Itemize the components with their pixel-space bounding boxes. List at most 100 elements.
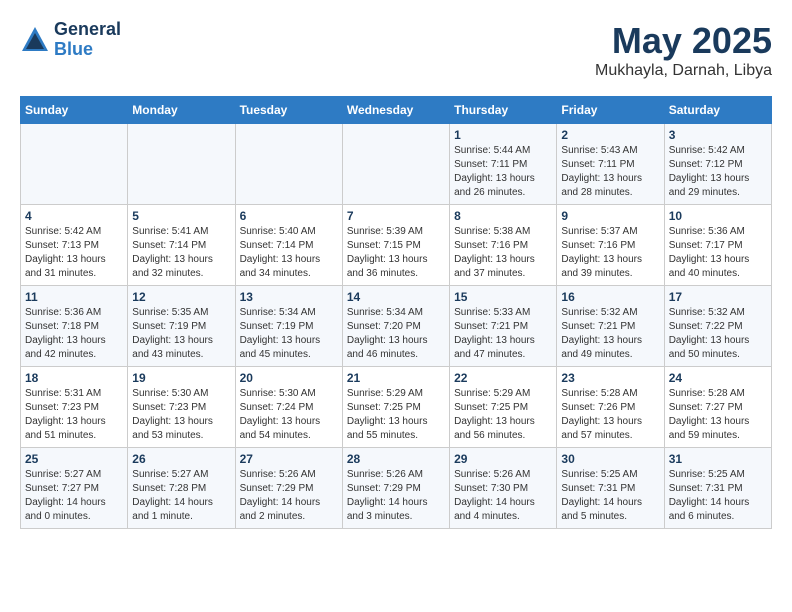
day-info: Sunrise: 5:34 AM Sunset: 7:20 PM Dayligh… (347, 306, 445, 362)
header-sunday: Sunday (21, 97, 128, 124)
day-number: 11 (25, 290, 123, 304)
calendar-cell (21, 124, 128, 205)
day-info: Sunrise: 5:40 AM Sunset: 7:14 PM Dayligh… (240, 225, 338, 281)
calendar-header: Sunday Monday Tuesday Wednesday Thursday… (21, 97, 772, 124)
day-info: Sunrise: 5:38 AM Sunset: 7:16 PM Dayligh… (454, 225, 552, 281)
day-info: Sunrise: 5:42 AM Sunset: 7:12 PM Dayligh… (669, 144, 767, 200)
day-number: 30 (561, 452, 659, 466)
calendar-cell: 9 Sunrise: 5:37 AM Sunset: 7:16 PM Daylig… (557, 205, 664, 286)
day-number: 5 (132, 209, 230, 223)
day-number: 4 (25, 209, 123, 223)
day-number: 9 (561, 209, 659, 223)
calendar-cell: 4 Sunrise: 5:42 AM Sunset: 7:13 PM Daylig… (21, 205, 128, 286)
logo: General Blue (20, 20, 121, 60)
calendar-cell: 10 Sunrise: 5:36 AM Sunset: 7:17 PM Dayli… (664, 205, 771, 286)
day-number: 29 (454, 452, 552, 466)
calendar-week-1: 1Sunrise: 5:44 AM Sunset: 7:11 PM Daylig… (21, 124, 772, 205)
calendar-cell: 24 Sunrise: 5:28 AM Sunset: 7:27 PM Dayli… (664, 367, 771, 448)
day-number: 19 (132, 371, 230, 385)
header-wednesday: Wednesday (342, 97, 449, 124)
day-info: Sunrise: 5:28 AM Sunset: 7:27 PM Dayligh… (669, 387, 767, 443)
day-info: Sunrise: 5:32 AM Sunset: 7:21 PM Dayligh… (561, 306, 659, 362)
day-number: 28 (347, 452, 445, 466)
calendar-week-2: 4 Sunrise: 5:42 AM Sunset: 7:13 PM Daylig… (21, 205, 772, 286)
day-number: 21 (347, 371, 445, 385)
calendar-cell: 6 Sunrise: 5:40 AM Sunset: 7:14 PM Daylig… (235, 205, 342, 286)
day-number: 24 (669, 371, 767, 385)
day-info: Sunrise: 5:30 AM Sunset: 7:23 PM Dayligh… (132, 387, 230, 443)
calendar-cell: 2Sunrise: 5:43 AM Sunset: 7:11 PM Daylig… (557, 124, 664, 205)
day-info: Sunrise: 5:35 AM Sunset: 7:19 PM Dayligh… (132, 306, 230, 362)
day-info: Sunrise: 5:36 AM Sunset: 7:17 PM Dayligh… (669, 225, 767, 281)
header-monday: Monday (128, 97, 235, 124)
day-info: Sunrise: 5:36 AM Sunset: 7:18 PM Dayligh… (25, 306, 123, 362)
calendar-cell: 25Sunrise: 5:27 AM Sunset: 7:27 PM Dayli… (21, 448, 128, 529)
header-friday: Friday (557, 97, 664, 124)
calendar-cell: 7 Sunrise: 5:39 AM Sunset: 7:15 PM Daylig… (342, 205, 449, 286)
header-thursday: Thursday (450, 97, 557, 124)
day-info: Sunrise: 5:29 AM Sunset: 7:25 PM Dayligh… (347, 387, 445, 443)
day-info: Sunrise: 5:25 AM Sunset: 7:31 PM Dayligh… (669, 468, 767, 524)
calendar-cell (342, 124, 449, 205)
calendar-cell: 14 Sunrise: 5:34 AM Sunset: 7:20 PM Dayli… (342, 286, 449, 367)
day-number: 16 (561, 290, 659, 304)
day-number: 7 (347, 209, 445, 223)
day-info: Sunrise: 5:37 AM Sunset: 7:16 PM Dayligh… (561, 225, 659, 281)
calendar-cell: 3 Sunrise: 5:42 AM Sunset: 7:12 PM Daylig… (664, 124, 771, 205)
header-tuesday: Tuesday (235, 97, 342, 124)
calendar-cell: 19 Sunrise: 5:30 AM Sunset: 7:23 PM Dayli… (128, 367, 235, 448)
calendar-week-4: 18Sunrise: 5:31 AM Sunset: 7:23 PM Dayli… (21, 367, 772, 448)
day-info: Sunrise: 5:34 AM Sunset: 7:19 PM Dayligh… (240, 306, 338, 362)
calendar-cell: 21 Sunrise: 5:29 AM Sunset: 7:25 PM Dayli… (342, 367, 449, 448)
calendar-cell: 31 Sunrise: 5:25 AM Sunset: 7:31 PM Dayli… (664, 448, 771, 529)
calendar-cell: 26Sunrise: 5:27 AM Sunset: 7:28 PM Dayli… (128, 448, 235, 529)
day-info: Sunrise: 5:26 AM Sunset: 7:29 PM Dayligh… (240, 468, 338, 524)
day-number: 12 (132, 290, 230, 304)
day-info: Sunrise: 5:44 AM Sunset: 7:11 PM Dayligh… (454, 144, 552, 200)
header-row: Sunday Monday Tuesday Wednesday Thursday… (21, 97, 772, 124)
day-info: Sunrise: 5:39 AM Sunset: 7:15 PM Dayligh… (347, 225, 445, 281)
day-info: Sunrise: 5:32 AM Sunset: 7:22 PM Dayligh… (669, 306, 767, 362)
calendar-cell: 29 Sunrise: 5:26 AM Sunset: 7:30 PM Dayli… (450, 448, 557, 529)
day-info: Sunrise: 5:28 AM Sunset: 7:26 PM Dayligh… (561, 387, 659, 443)
page-header: General Blue May 2025 Mukhayla, Darnah, … (20, 20, 772, 80)
calendar-cell: 1Sunrise: 5:44 AM Sunset: 7:11 PM Daylig… (450, 124, 557, 205)
day-number: 17 (669, 290, 767, 304)
day-info: Sunrise: 5:26 AM Sunset: 7:29 PM Dayligh… (347, 468, 445, 524)
day-number: 31 (669, 452, 767, 466)
calendar-cell: 12 Sunrise: 5:35 AM Sunset: 7:19 PM Dayli… (128, 286, 235, 367)
day-number: 23 (561, 371, 659, 385)
day-info: Sunrise: 5:33 AM Sunset: 7:21 PM Dayligh… (454, 306, 552, 362)
calendar-cell: 30 Sunrise: 5:25 AM Sunset: 7:31 PM Dayli… (557, 448, 664, 529)
day-number: 10 (669, 209, 767, 223)
day-info: Sunrise: 5:25 AM Sunset: 7:31 PM Dayligh… (561, 468, 659, 524)
day-info: Sunrise: 5:30 AM Sunset: 7:24 PM Dayligh… (240, 387, 338, 443)
day-info: Sunrise: 5:26 AM Sunset: 7:30 PM Dayligh… (454, 468, 552, 524)
day-info: Sunrise: 5:27 AM Sunset: 7:28 PM Dayligh… (132, 468, 230, 524)
day-number: 13 (240, 290, 338, 304)
calendar-cell (128, 124, 235, 205)
day-number: 6 (240, 209, 338, 223)
logo-text: General Blue (54, 20, 121, 60)
day-info: Sunrise: 5:29 AM Sunset: 7:25 PM Dayligh… (454, 387, 552, 443)
calendar-cell: 22 Sunrise: 5:29 AM Sunset: 7:25 PM Dayli… (450, 367, 557, 448)
calendar-cell: 13 Sunrise: 5:34 AM Sunset: 7:19 PM Dayli… (235, 286, 342, 367)
calendar-cell: 27 Sunrise: 5:26 AM Sunset: 7:29 PM Dayli… (235, 448, 342, 529)
day-number: 22 (454, 371, 552, 385)
day-number: 8 (454, 209, 552, 223)
day-info: Sunrise: 5:43 AM Sunset: 7:11 PM Dayligh… (561, 144, 659, 200)
logo-icon (20, 25, 50, 55)
day-number: 14 (347, 290, 445, 304)
calendar-week-3: 11 Sunrise: 5:36 AM Sunset: 7:18 PM Dayli… (21, 286, 772, 367)
title-block: May 2025 Mukhayla, Darnah, Libya (595, 20, 772, 80)
day-number: 3 (669, 128, 767, 142)
day-number: 27 (240, 452, 338, 466)
calendar-cell: 11 Sunrise: 5:36 AM Sunset: 7:18 PM Dayli… (21, 286, 128, 367)
day-info: Sunrise: 5:27 AM Sunset: 7:27 PM Dayligh… (25, 468, 123, 524)
calendar-cell: 23 Sunrise: 5:28 AM Sunset: 7:26 PM Dayli… (557, 367, 664, 448)
calendar-body: 1Sunrise: 5:44 AM Sunset: 7:11 PM Daylig… (21, 124, 772, 529)
calendar-cell: 20Sunrise: 5:30 AM Sunset: 7:24 PM Dayli… (235, 367, 342, 448)
day-info: Sunrise: 5:42 AM Sunset: 7:13 PM Dayligh… (25, 225, 123, 281)
calendar-cell: 17 Sunrise: 5:32 AM Sunset: 7:22 PM Dayli… (664, 286, 771, 367)
calendar-subtitle: Mukhayla, Darnah, Libya (595, 62, 772, 80)
